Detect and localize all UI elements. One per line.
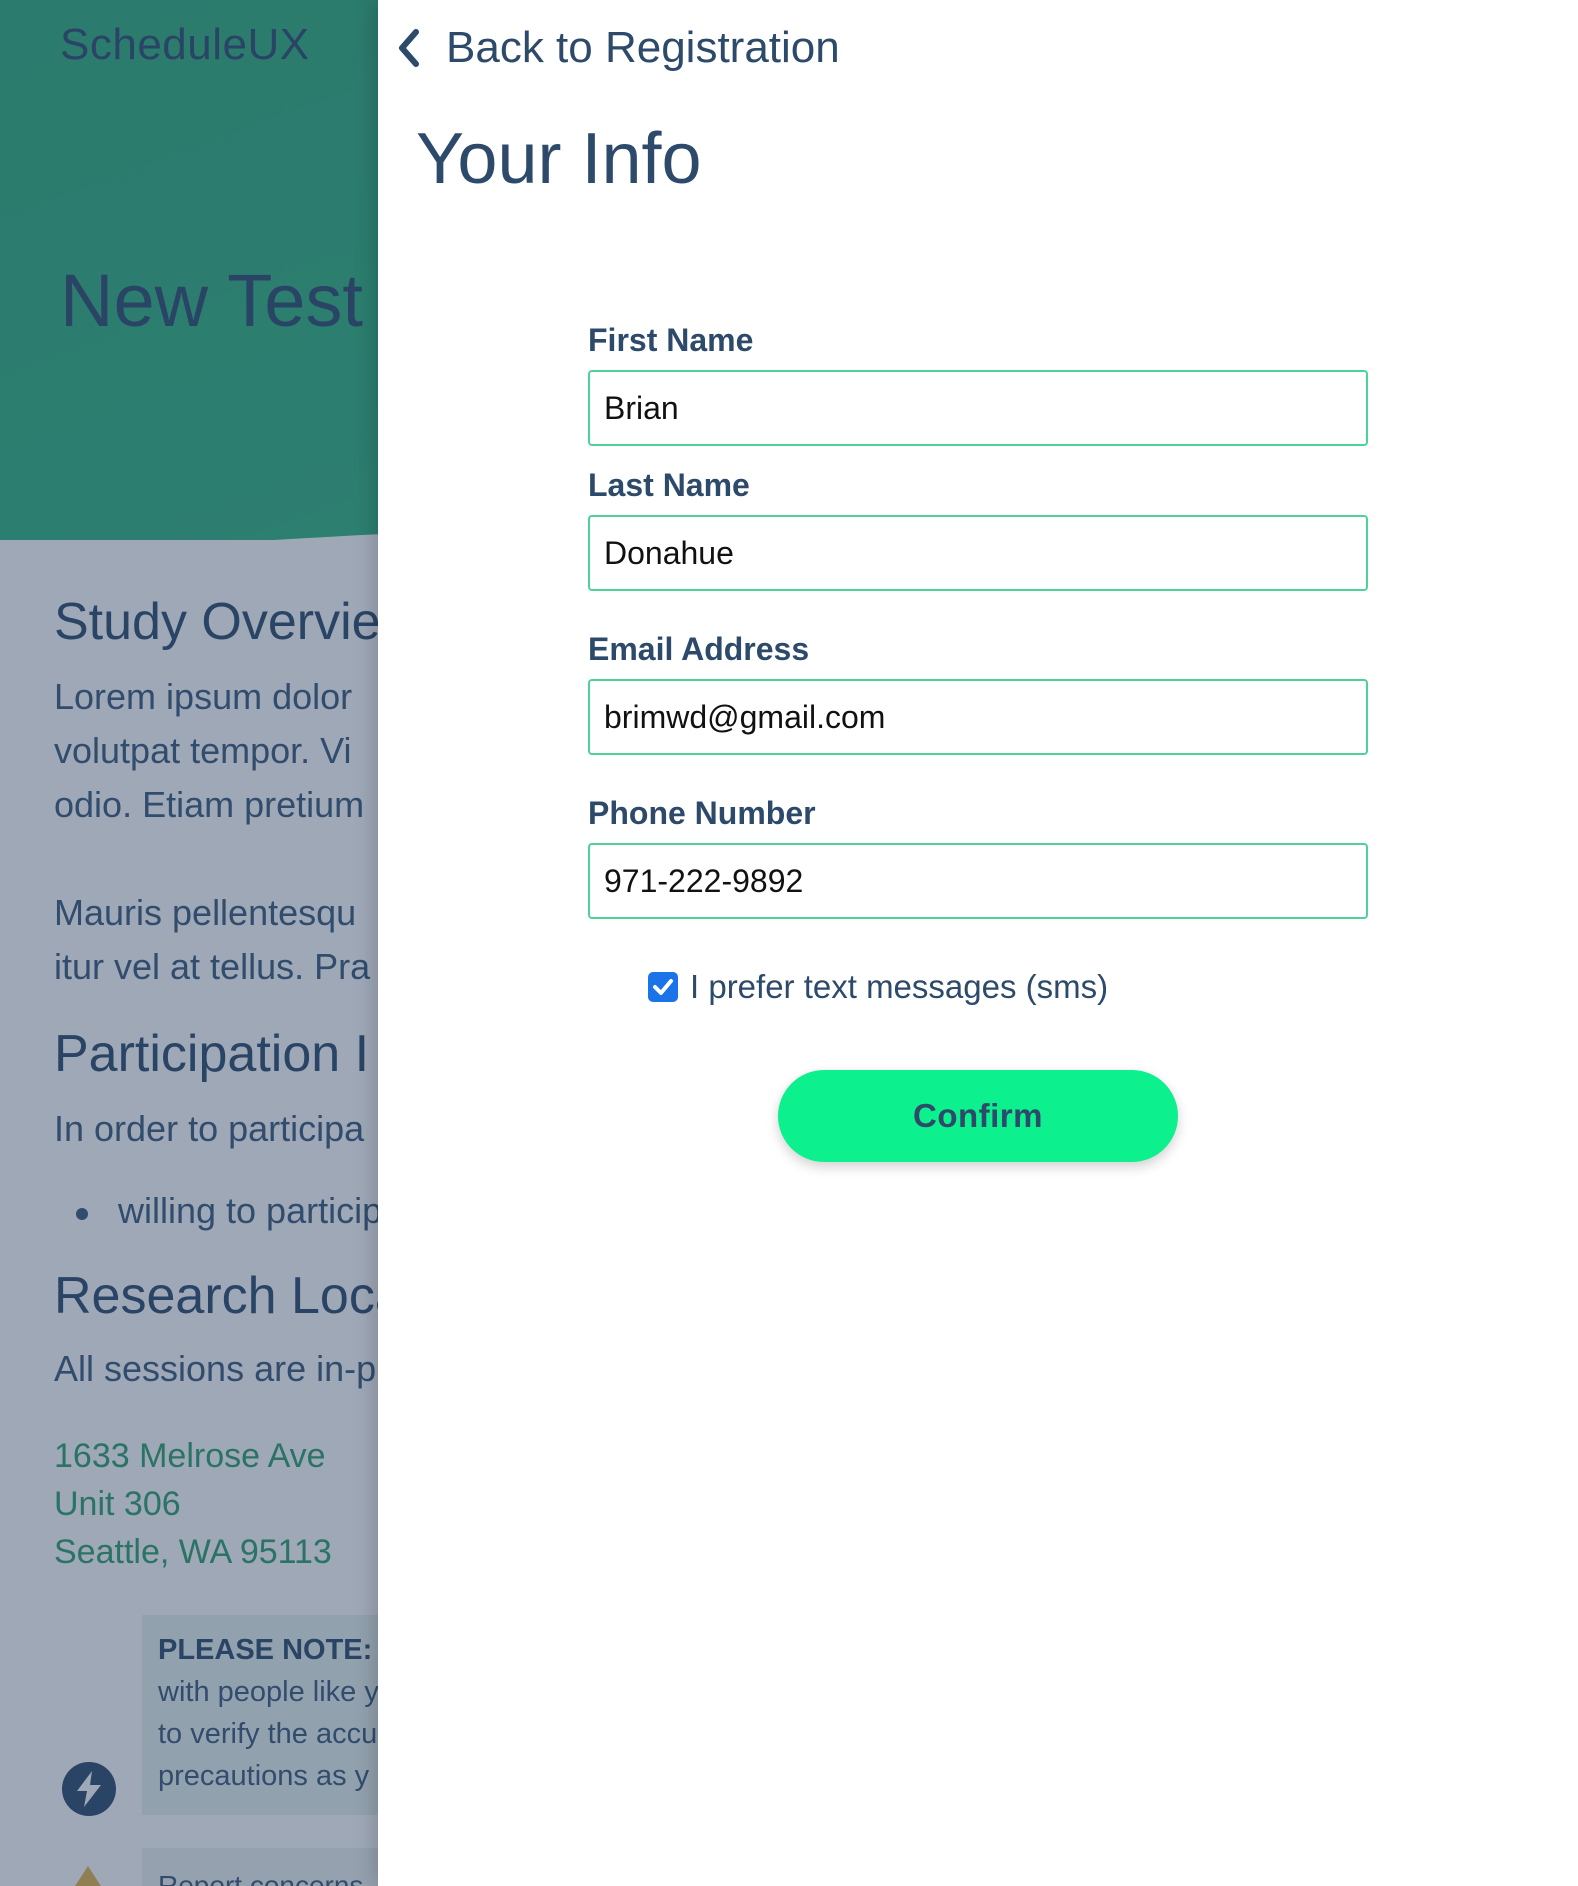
email-label: Email Address [588, 631, 810, 667]
email-input[interactable] [588, 679, 1368, 755]
checkmark-icon [653, 979, 673, 995]
drawer-title: Your Info [416, 119, 702, 199]
first-name-label: First Name [588, 322, 754, 358]
last-name-input[interactable] [588, 515, 1368, 591]
first-name-input[interactable] [588, 370, 1368, 446]
confirm-button[interactable]: Confirm [778, 1070, 1178, 1162]
sms-checkbox[interactable] [648, 972, 678, 1002]
last-name-label: Last Name [588, 467, 750, 503]
sms-preference-row: I prefer text messages (sms) [648, 968, 1108, 1006]
first-name-group: First Name [588, 318, 1368, 446]
phone-group: Phone Number [588, 791, 1368, 919]
last-name-group: Last Name [588, 463, 1368, 591]
back-link-label: Back to Registration [446, 23, 840, 72]
back-to-registration-link[interactable]: Back to Registration [396, 18, 840, 78]
phone-input[interactable] [588, 843, 1368, 919]
your-info-drawer: Back to Registration Your Info First Nam… [378, 0, 1578, 1886]
email-group: Email Address [588, 627, 1368, 755]
chevron-left-icon [396, 28, 430, 68]
sms-checkbox-label[interactable]: I prefer text messages (sms) [690, 968, 1108, 1006]
phone-label: Phone Number [588, 795, 816, 831]
